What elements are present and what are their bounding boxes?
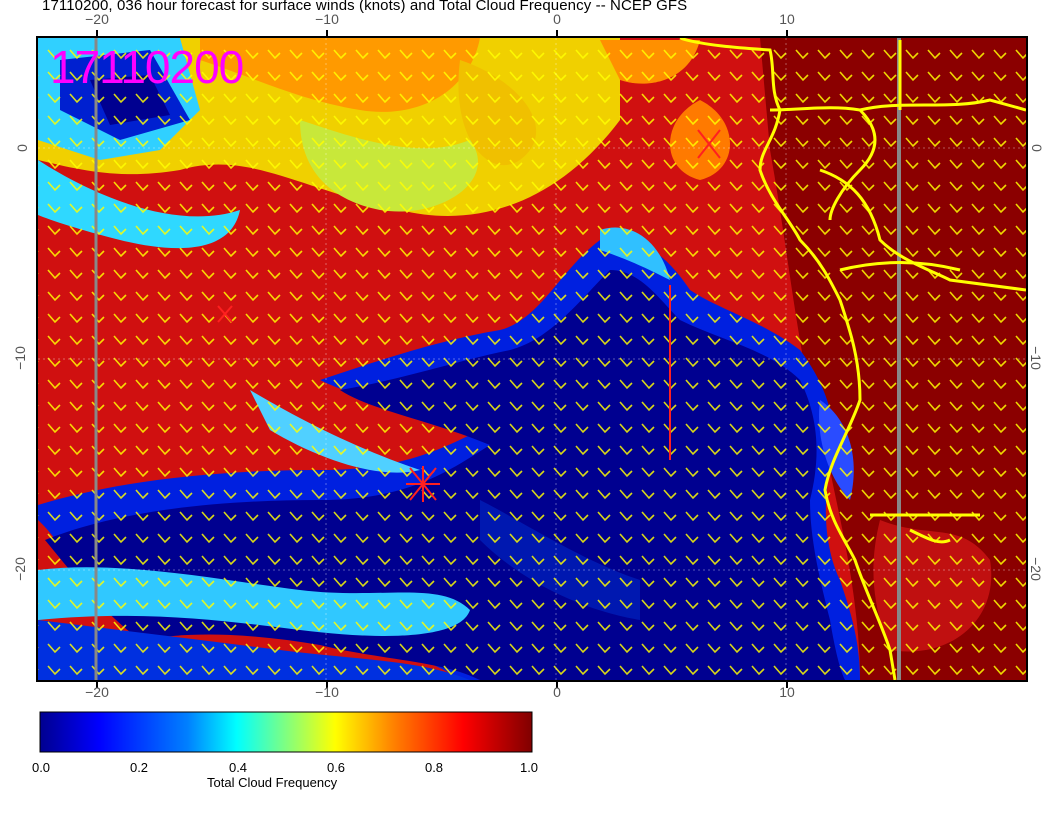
cloud-frequency-field [38, 38, 1026, 680]
lon-label-bottom: −20 [85, 684, 109, 700]
colorbar-tick: 0.8 [424, 760, 444, 775]
lon-label-bottom: 0 [553, 684, 561, 700]
colorbar-tick: 0.0 [31, 760, 51, 775]
lon-label-top: 10 [779, 11, 795, 27]
colorbar-label: Total Cloud Frequency [207, 775, 338, 790]
colorbar-tick: 0.6 [326, 760, 346, 775]
colorbar-tick: 1.0 [519, 760, 539, 775]
map-canvas [36, 30, 1028, 753]
lat-label-right: −10 [1027, 346, 1044, 370]
lat-label-right: −20 [1027, 557, 1044, 581]
lon-label-top: −10 [315, 11, 339, 27]
lat-label-right: 0 [1028, 144, 1045, 152]
colorbar-tick: 0.2 [129, 760, 149, 775]
lon-label-top: 0 [553, 11, 561, 27]
lat-label-left: −10 [11, 346, 28, 370]
lon-label-top: −20 [85, 11, 109, 27]
lon-label-bottom: −10 [315, 684, 339, 700]
date-stamp: 17110200 [50, 41, 244, 93]
lat-label-left: 0 [13, 144, 30, 152]
lat-label-left: −20 [11, 557, 28, 581]
colorbar [39, 711, 533, 753]
lon-label-bottom: 10 [779, 684, 795, 700]
colorbar-tick: 0.4 [228, 760, 248, 775]
